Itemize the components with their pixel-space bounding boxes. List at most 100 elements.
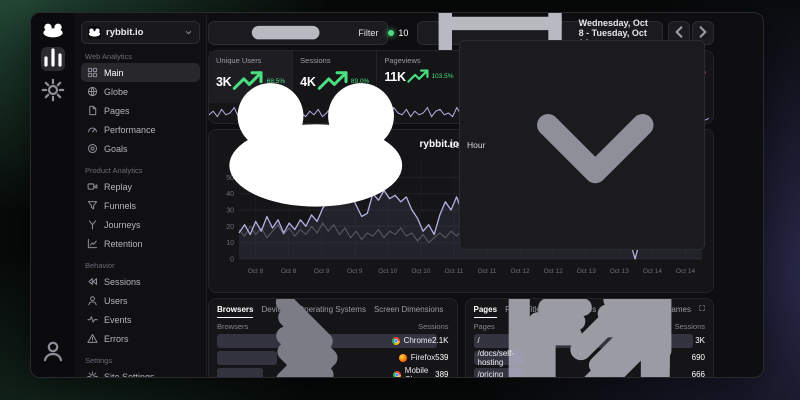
rewind-icon <box>87 276 98 287</box>
svg-text:Oct 10: Oct 10 <box>378 268 398 275</box>
sidebar-item-label: Events <box>104 315 132 325</box>
sidebar-item-replay[interactable]: Replay <box>81 177 200 196</box>
chevron-right-icon[interactable] <box>221 306 392 378</box>
sidebar-item-main[interactable]: Main <box>81 63 200 82</box>
svg-text:Oct 14: Oct 14 <box>643 268 663 275</box>
svg-text:Oct 13: Oct 13 <box>610 268 630 275</box>
person-icon <box>41 339 65 368</box>
main-content: Filter 10 Wednesday, Oct 8 - Tuesday, Oc… <box>208 21 714 378</box>
rybbit-logo-icon <box>217 79 415 211</box>
file-icon <box>87 105 98 116</box>
svg-text:Oct 9: Oct 9 <box>347 268 363 275</box>
sidebar-item-label: Performance <box>104 125 156 135</box>
expand-icon[interactable] <box>699 305 705 311</box>
users-chart-panel: rybbit.io Users Hour 01020304050Oct 8Oct… <box>208 129 714 293</box>
svg-text:Oct 11: Oct 11 <box>478 268 497 275</box>
gear-icon <box>41 78 65 107</box>
sidebar-item-label: Sessions <box>104 277 141 287</box>
sidebar-item-errors[interactable]: Errors <box>81 329 200 348</box>
main-area: Filter 10 Wednesday, Oct 8 - Tuesday, Oc… <box>207 13 763 377</box>
sidebar-item-goals[interactable]: Goals <box>81 139 200 158</box>
svg-text:0: 0 <box>230 256 234 263</box>
chart-site-name: rybbit.io <box>420 139 459 150</box>
sidebar-item-label: Users <box>104 296 128 306</box>
row-sessions-value: 666 <box>692 370 705 378</box>
warning-icon <box>87 333 98 344</box>
sidebar-item-globe[interactable]: Globe <box>81 82 200 101</box>
site-favicon <box>88 26 101 39</box>
rail-settings-button[interactable] <box>41 80 65 104</box>
sidebar-item-performance[interactable]: Performance <box>81 120 200 139</box>
svg-text:Oct 8: Oct 8 <box>281 268 297 275</box>
sidebar-item-site-settings[interactable]: Site Settings <box>81 367 200 378</box>
sidebar-item-label: Errors <box>104 334 129 344</box>
svg-text:Oct 8: Oct 8 <box>248 268 264 275</box>
bars-icon <box>41 45 65 74</box>
svg-text:Oct 11: Oct 11 <box>445 268 464 275</box>
rail-analytics-button[interactable] <box>41 47 65 71</box>
sidebar-item-pages[interactable]: Pages <box>81 101 200 120</box>
stat-label: Sessions <box>300 56 369 65</box>
row-sessions-value: 389 <box>435 370 448 378</box>
live-visitors-badge[interactable]: 10 <box>388 28 408 38</box>
sidebar-item-journeys[interactable]: Journeys <box>81 215 200 234</box>
row-label: /docs <box>474 298 692 378</box>
interval-select[interactable]: Hour <box>459 40 705 251</box>
nav-section-label: Web Analytics <box>85 52 196 61</box>
sidebar-item-label: Site Settings <box>104 372 155 379</box>
filter-label: Filter <box>358 28 378 38</box>
site-selector[interactable]: rybbit.io <box>81 21 200 44</box>
row-sessions-value: 539 <box>435 353 448 362</box>
pulse-icon <box>87 314 98 325</box>
sidebar-item-events[interactable]: Events <box>81 310 200 329</box>
pages-panel: PagesPage TitlesEntry PagesExit PagesHos… <box>465 298 715 378</box>
icon-rail <box>31 13 75 377</box>
sidebar-item-label: Journeys <box>104 220 141 230</box>
chevron-down-icon <box>494 44 697 247</box>
person-icon <box>87 295 98 306</box>
gear-icon <box>87 371 98 378</box>
nav-section-label: Settings <box>85 356 196 365</box>
globe-icon <box>87 86 98 97</box>
nav-section-label: Product Analytics <box>85 166 196 175</box>
svg-text:Oct 12: Oct 12 <box>511 268 531 275</box>
sidebar-item-label: Retention <box>104 239 143 249</box>
row-sessions-value: 3K <box>695 336 705 345</box>
grid-icon <box>87 67 98 78</box>
chart-header: rybbit.io Users Hour <box>217 135 705 155</box>
video-icon <box>87 181 98 192</box>
branch-icon <box>87 219 98 230</box>
filter-button[interactable]: Filter <box>208 21 388 45</box>
svg-text:Oct 14: Oct 14 <box>676 268 696 275</box>
svg-text:10: 10 <box>226 240 234 247</box>
chartline-icon <box>87 238 98 249</box>
chevron-down-icon <box>184 28 193 37</box>
rybbit-logo-icon <box>42 23 64 38</box>
sidebar-item-sessions[interactable]: Sessions <box>81 272 200 291</box>
sidebar-item-label: Funnels <box>104 201 136 211</box>
row-label: Mobile Safari <box>217 306 435 378</box>
svg-text:Oct 13: Oct 13 <box>577 268 597 275</box>
app-window: rybbit.io Web Analytics Main Globe Pages Per… <box>30 12 764 378</box>
site-name: rybbit.io <box>106 27 143 38</box>
svg-text:20: 20 <box>226 224 234 231</box>
stat-label: Unique Users <box>216 56 285 65</box>
bottom-panels: BrowsersDevicesOperating SystemsScreen D… <box>208 298 714 378</box>
rail-account-button[interactable] <box>41 341 65 365</box>
sidebar-item-label: Globe <box>104 87 128 97</box>
sidebar-item-retention[interactable]: Retention <box>81 234 200 253</box>
stat-label: Pageviews <box>384 56 453 65</box>
sidebar-item-users[interactable]: Users <box>81 291 200 310</box>
sidebar-nav: Web Analytics Main Globe Pages Performance Go… <box>81 44 200 378</box>
chart-site: rybbit.io <box>217 79 459 211</box>
live-dot-icon <box>388 30 394 36</box>
target-icon <box>87 143 98 154</box>
external-link-icon[interactable] <box>501 298 692 378</box>
sidebar-item-funnels[interactable]: Funnels <box>81 196 200 215</box>
nav-section-label: Behavior <box>85 261 196 270</box>
sidebar-item-label: Replay <box>104 182 132 192</box>
sidebar: rybbit.io Web Analytics Main Globe Pages Per… <box>75 13 207 377</box>
row-sessions-value: 690 <box>692 353 705 362</box>
gauge-icon <box>87 124 98 135</box>
svg-text:Oct 10: Oct 10 <box>411 268 431 275</box>
